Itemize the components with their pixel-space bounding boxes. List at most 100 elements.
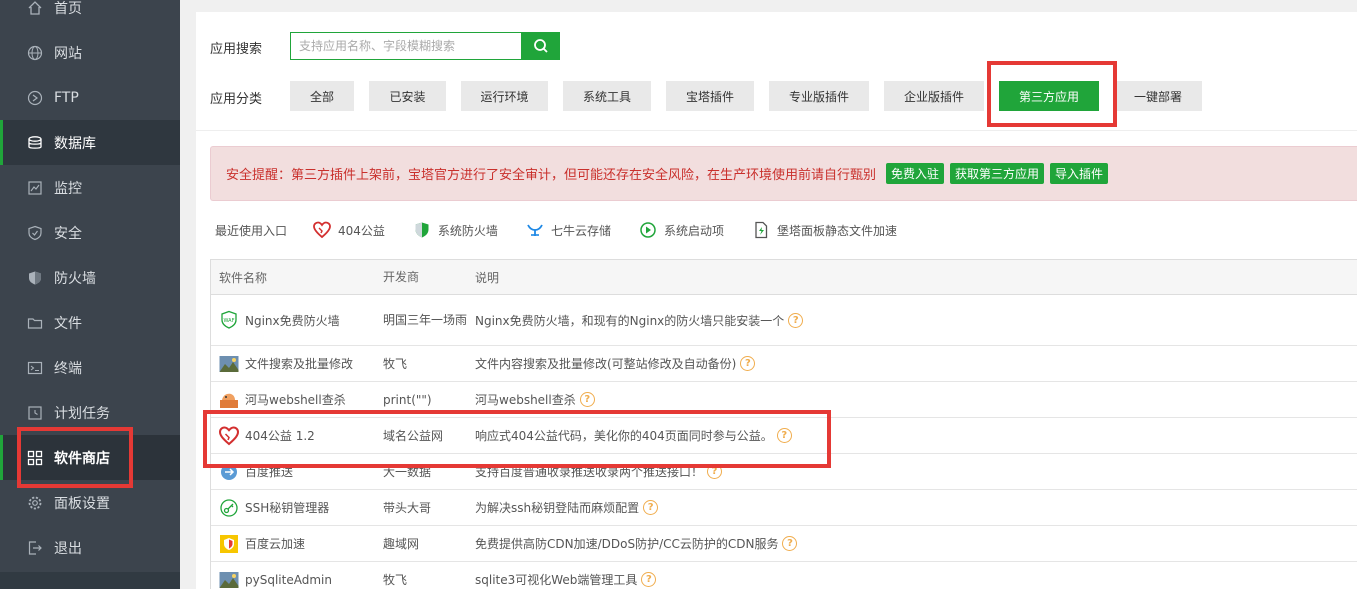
sidebar-item-cron[interactable]: 计划任务 — [0, 390, 180, 435]
sidebar-item-label: 退出 — [54, 540, 82, 557]
recent-item-startup[interactable]: 系统启动项 — [639, 221, 724, 239]
help-icon[interactable]: ? — [788, 312, 804, 328]
import-plugin-button[interactable]: 导入插件 — [1050, 163, 1109, 184]
help-icon[interactable]: ? — [782, 536, 798, 551]
software-desc: 响应式404公益代码，美化你的404页面同时参与公益。 — [475, 429, 773, 443]
help-icon[interactable]: ? — [707, 464, 723, 479]
sidebar-item-app-store[interactable]: 软件商店 — [0, 435, 180, 480]
recent-item-label: 七牛云存储 — [550, 223, 611, 238]
heart-icon — [313, 221, 331, 239]
search-input[interactable] — [290, 32, 522, 60]
get-third-party-button[interactable]: 获取第三方应用 — [950, 163, 1045, 184]
category-all[interactable]: 全部 — [290, 81, 354, 111]
software-desc: sqlite3可视化Web端管理工具 — [475, 573, 638, 587]
software-desc: 为解决ssh秘钥登陆而麻烦配置 — [475, 501, 640, 515]
software-name: 404公益 1.2 — [245, 429, 315, 443]
recent-label: 最近使用入口 — [215, 223, 288, 238]
play-circle-icon — [640, 222, 656, 238]
sidebar-item-label: 软件商店 — [54, 450, 110, 467]
recent-item-firewall[interactable]: 系统防火墙 — [413, 221, 498, 239]
sidebar-item-database[interactable]: 数据库 — [0, 120, 180, 165]
software-desc: Nginx免费防火墙，和现有的Nginx的防火墙只能安装一个 — [475, 313, 785, 328]
free-join-button[interactable]: 免费入驻 — [886, 163, 945, 184]
table-row[interactable]: SSH秘钥管理器 带头大哥 为解决ssh秘钥登陆而麻烦配置? — [211, 490, 1357, 526]
sidebar-item-security[interactable]: 安全 — [0, 210, 180, 255]
file-bolt-icon — [755, 221, 768, 239]
table-row[interactable]: 百度推送 大一数据 支持百度普通收录推送收录两个推送接口！? — [211, 454, 1357, 490]
sidebar-item-files[interactable]: 文件 — [0, 300, 180, 345]
recent-item-label: 系统启动项 — [663, 223, 724, 238]
sidebar-item-label: 首页 — [54, 0, 82, 17]
landscape-icon — [219, 354, 239, 374]
category-one-click-deploy[interactable]: 一键部署 — [1114, 81, 1202, 111]
table-row[interactable]: 404公益 1.2 域名公益网 响应式404公益代码，美化你的404页面同时参与… — [211, 418, 1357, 454]
logout-icon — [27, 540, 43, 556]
sidebar-item-label: FTP — [54, 89, 79, 106]
sidebar-item-firewall[interactable]: 防火墙 — [0, 255, 180, 300]
recent-item-404[interactable]: 404公益 — [313, 221, 385, 239]
help-icon[interactable]: ? — [643, 500, 659, 515]
help-icon[interactable]: ? — [776, 428, 792, 443]
sidebar-item-ftp[interactable]: FTP — [0, 75, 180, 120]
sidebar-item-monitor[interactable]: 监控 — [0, 165, 180, 210]
table-row[interactable]: WAF Nginx免费防火墙 明国三年一场雨 Nginx免费防火墙，和现有的Ngi… — [211, 295, 1357, 346]
header-name: 软件名称 — [219, 270, 268, 285]
alert-text: 安全提醒：第三方插件上架前，宝塔官方进行了安全审计，但可能还存在安全风险，在生产… — [226, 168, 877, 183]
recent-entries: 最近使用入口 404公益 系统防火墙 七牛云存储 系统启动项 堡塔面板静态文件加… — [215, 219, 925, 241]
help-icon[interactable]: ? — [740, 356, 756, 371]
category-system-tools[interactable]: 系统工具 — [563, 81, 651, 111]
folder-icon — [27, 315, 43, 331]
search-label: 应用搜索 — [210, 42, 263, 57]
category-third-party[interactable]: 第三方应用 — [999, 81, 1099, 111]
software-name: pySqliteAdmin — [245, 572, 332, 587]
table-row[interactable]: 河马webshell查杀 print("") 河马webshell查杀? — [211, 382, 1357, 418]
help-icon[interactable]: ? — [579, 392, 595, 407]
category-label: 应用分类 — [210, 92, 263, 107]
recent-item-qiniu[interactable]: 七牛云存储 — [526, 221, 611, 239]
section-divider — [196, 130, 1357, 131]
category-bt-plugins[interactable]: 宝塔插件 — [666, 81, 754, 111]
software-vendor: 牧飞 — [383, 356, 408, 371]
software-vendor: 明国三年一场雨 — [383, 313, 468, 327]
sidebar-item-logout[interactable]: 退出 — [0, 525, 180, 570]
header-vendor: 开发商 — [383, 270, 420, 284]
landscape-icon — [219, 570, 239, 589]
software-name: 河马webshell查杀 — [245, 393, 346, 407]
software-vendor: 带头大哥 — [383, 500, 432, 515]
recent-item-static-accel[interactable]: 堡塔面板静态文件加速 — [752, 221, 897, 239]
hippo-icon — [219, 390, 239, 410]
category-pro-plugins[interactable]: 专业版插件 — [769, 81, 869, 111]
sidebar-item-settings[interactable]: 面板设置 — [0, 480, 180, 525]
search-icon — [533, 39, 548, 53]
grid-icon — [27, 450, 43, 466]
monitor-icon — [27, 180, 43, 196]
category-installed[interactable]: 已安装 — [369, 81, 446, 111]
gear-icon — [27, 495, 43, 511]
sidebar-item-terminal[interactable]: 终端 — [0, 345, 180, 390]
shield-icon — [27, 225, 43, 241]
table-row[interactable]: 文件搜索及批量修改 牧飞 文件内容搜索及批量修改(可整站修改及自动备份)? — [211, 346, 1357, 382]
key-icon — [219, 498, 239, 518]
category-enterprise-plugins[interactable]: 企业版插件 — [884, 81, 984, 111]
table-row[interactable]: pySqliteAdmin 牧飞 sqlite3可视化Web端管理工具? — [211, 562, 1357, 589]
home-icon — [27, 0, 43, 16]
sidebar-item-website[interactable]: 网站 — [0, 30, 180, 75]
baidu-push-icon — [219, 462, 239, 482]
sidebar-item-home[interactable]: 首页 — [0, 0, 180, 30]
sidebar-item-label: 计划任务 — [54, 405, 110, 422]
cloud-shield-icon — [219, 534, 239, 554]
category-runtime[interactable]: 运行环境 — [461, 81, 548, 111]
sidebar: 首页 网站 FTP 数据库 监控 安全 防火墙 文件 终端 计划任务 软件商店 — [0, 0, 180, 589]
clock-icon — [27, 405, 43, 421]
software-vendor: 趣域网 — [383, 536, 420, 551]
software-name: 百度推送 — [245, 465, 294, 479]
help-icon[interactable]: ? — [641, 572, 657, 587]
search-button[interactable] — [521, 32, 560, 60]
firewall-icon — [27, 270, 43, 286]
software-vendor: 大一数据 — [383, 464, 432, 479]
terminal-icon — [27, 360, 43, 376]
software-vendor: 牧飞 — [383, 572, 408, 587]
table-row[interactable]: 百度云加速 趣域网 免费提供高防CDN加速/DDoS防护/CC云防护的CDN服务… — [211, 526, 1357, 562]
sidebar-item-label: 数据库 — [54, 135, 96, 152]
recent-item-label: 404公益 — [338, 223, 385, 238]
